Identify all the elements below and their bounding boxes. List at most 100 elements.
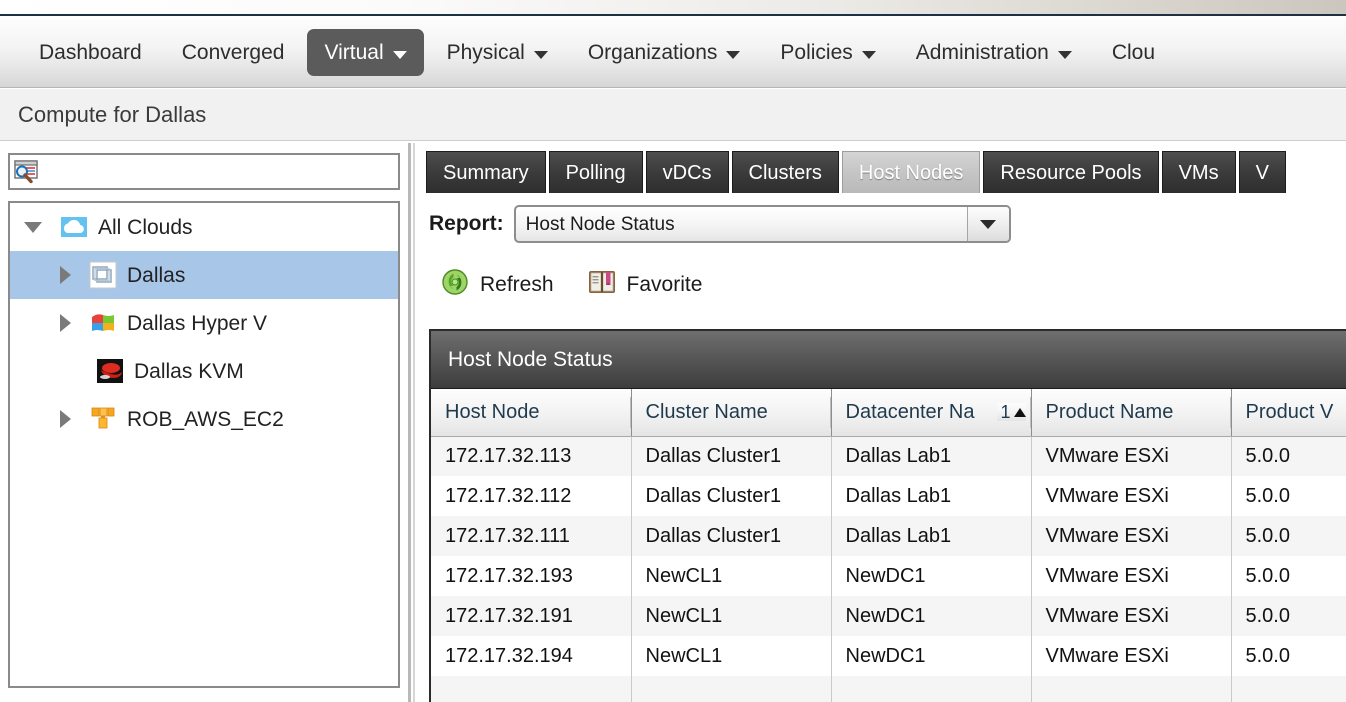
nav-item-virtual[interactable]: Virtual bbox=[307, 29, 424, 76]
cell-product-v: 5.0.0 bbox=[1231, 636, 1346, 676]
search-list-icon bbox=[10, 155, 44, 188]
tab-clusters[interactable]: Clusters bbox=[731, 151, 839, 193]
tree-item-all-clouds[interactable]: All Clouds bbox=[10, 203, 398, 251]
tab-v[interactable]: V bbox=[1238, 151, 1286, 193]
cell-host-node: 172.17.32.193 bbox=[431, 556, 632, 596]
sort-indicator[interactable]: 1 bbox=[997, 403, 1026, 422]
table-caption: Host Node Status bbox=[431, 331, 1346, 389]
search-input[interactable] bbox=[44, 156, 398, 187]
tab-label: VMs bbox=[1178, 161, 1219, 184]
nav-item-label: Dashboard bbox=[39, 41, 142, 64]
favorite-book-icon bbox=[588, 269, 616, 299]
nav-item-label: Converged bbox=[181, 41, 285, 64]
tree-item-label: Dallas bbox=[127, 263, 186, 287]
tab-summary[interactable]: Summary bbox=[426, 151, 546, 193]
nav-item-administration[interactable]: Administration bbox=[899, 29, 1089, 76]
table-row[interactable]: 172.17.32.191 NewCL1 NewDC1 VMware ESXi 5.0.… bbox=[431, 596, 1346, 636]
tab-label: V bbox=[1255, 161, 1269, 184]
nav-item-clou[interactable]: Clou bbox=[1095, 29, 1172, 76]
nav-item-policies[interactable]: Policies bbox=[763, 29, 892, 76]
column-header-product-v[interactable]: Product V bbox=[1231, 389, 1346, 437]
nav-item-label: Clou bbox=[1111, 41, 1156, 64]
sort-ascending-icon bbox=[1013, 407, 1026, 417]
column-header-host-node[interactable]: Host Node bbox=[431, 389, 632, 437]
chevron-down-icon bbox=[392, 50, 407, 59]
table-row[interactable]: 172.17.32.113 Dallas Cluster1 Dallas Lab1 V… bbox=[431, 436, 1346, 476]
chevron-down-icon bbox=[726, 50, 741, 59]
tree-item-dallas-hyper-v[interactable]: Dallas Hyper V bbox=[10, 299, 398, 347]
table-row[interactable]: 172.17.32.194 NewCL1 NewDC1 VMware ESXi 5.0.… bbox=[431, 636, 1346, 676]
refresh-button[interactable]: Refresh bbox=[441, 268, 554, 300]
table-row[interactable]: 172.17.32.193 NewCL1 NewDC1 VMware ESXi 5.0.… bbox=[431, 556, 1346, 596]
action-toolbar: Refresh Favorite bbox=[441, 268, 702, 300]
tab-polling[interactable]: Polling bbox=[548, 151, 643, 193]
cell-cluster-name: NewCL1 bbox=[631, 556, 832, 596]
column-header-datacenter-na[interactable]: Datacenter Na 1 bbox=[831, 389, 1032, 437]
nav-item-physical[interactable]: Physical bbox=[430, 29, 565, 76]
sidebar-search-box[interactable] bbox=[8, 153, 400, 190]
report-dropdown[interactable]: Host Node Status bbox=[513, 205, 1011, 243]
tree-item-rob-aws-ec2[interactable]: ROB_AWS_EC2 bbox=[10, 395, 398, 443]
cell-datacenter-na: Dallas Lab1 bbox=[831, 516, 1032, 556]
cell-product-v: 5.0.0 bbox=[1231, 596, 1346, 636]
tab-label: Clusters bbox=[748, 161, 822, 184]
cell-product-v: 5.0.0 bbox=[1231, 516, 1346, 556]
chevron-down-icon bbox=[1057, 50, 1072, 59]
tab-label: Polling bbox=[565, 161, 626, 184]
cell-datacenter-na: NewDC1 bbox=[831, 556, 1032, 596]
tab-resource-pools[interactable]: Resource Pools bbox=[983, 151, 1159, 193]
filler-cell bbox=[1031, 676, 1232, 702]
nav-item-converged[interactable]: Converged bbox=[165, 29, 302, 76]
redhat-icon bbox=[96, 357, 124, 385]
nav-item-label: Policies bbox=[780, 41, 853, 64]
cell-cluster-name: Dallas Cluster1 bbox=[631, 476, 832, 516]
panel-splitter[interactable] bbox=[408, 143, 411, 702]
tree-item-dallas[interactable]: Dallas bbox=[10, 251, 398, 299]
table-filler-row bbox=[431, 676, 1346, 702]
column-header-label: Cluster Name bbox=[645, 400, 768, 423]
refresh-icon bbox=[441, 268, 469, 300]
tree-item-label: Dallas Hyper V bbox=[127, 311, 268, 335]
favorite-button[interactable]: Favorite bbox=[588, 269, 702, 299]
filler-cell bbox=[831, 676, 1032, 702]
tab-host-nodes[interactable]: Host Nodes bbox=[841, 151, 981, 193]
column-header-product-name[interactable]: Product Name bbox=[1031, 389, 1232, 437]
cell-cluster-name: NewCL1 bbox=[631, 596, 832, 636]
cell-product-name: VMware ESXi bbox=[1031, 436, 1232, 476]
cell-product-name: VMware ESXi bbox=[1031, 476, 1232, 516]
nav-item-dashboard[interactable]: Dashboard bbox=[22, 29, 159, 76]
chevron-right-icon[interactable] bbox=[60, 266, 71, 284]
table-body: 172.17.32.113 Dallas Cluster1 Dallas Lab1 V… bbox=[431, 436, 1346, 702]
report-label: Report: bbox=[429, 212, 504, 235]
tab-label: Host Nodes bbox=[858, 161, 964, 184]
report-selector-row: Report: Host Node Status bbox=[429, 205, 1011, 243]
column-header-label: Product Name bbox=[1045, 400, 1174, 423]
filler-cell bbox=[631, 676, 832, 702]
cell-cluster-name: Dallas Cluster1 bbox=[631, 436, 832, 476]
tab-label: Resource Pools bbox=[1000, 161, 1142, 184]
nav-item-organizations[interactable]: Organizations bbox=[571, 29, 758, 76]
nav-item-label: Physical bbox=[446, 41, 525, 64]
chevron-down-icon[interactable] bbox=[24, 221, 42, 233]
application-window: Dashboard Converged Virtual Physical Organiz… bbox=[0, 0, 1346, 702]
chevron-down-icon[interactable] bbox=[966, 207, 1009, 241]
nav-item-label: Virtual bbox=[324, 41, 384, 64]
table-row[interactable]: 172.17.32.112 Dallas Cluster1 Dallas Lab1 V… bbox=[431, 476, 1346, 516]
page-title-bar: Compute for Dallas bbox=[0, 89, 1346, 141]
tab-label: Summary bbox=[443, 161, 529, 184]
chevron-right-icon[interactable] bbox=[60, 410, 71, 428]
cell-product-v: 5.0.0 bbox=[1231, 556, 1346, 596]
refresh-button-label: Refresh bbox=[480, 272, 554, 296]
tab-vms[interactable]: VMs bbox=[1161, 151, 1236, 193]
column-header-cluster-name[interactable]: Cluster Name bbox=[631, 389, 832, 437]
host-node-status-table: Host Node Cluster Name Datacenter Na 1 Produ… bbox=[431, 389, 1346, 702]
tree-item-label: Dallas KVM bbox=[134, 359, 244, 383]
cell-datacenter-na: NewDC1 bbox=[831, 596, 1032, 636]
tree-item-label: All Clouds bbox=[98, 215, 193, 239]
table-row[interactable]: 172.17.32.111 Dallas Cluster1 Dallas Lab1 V… bbox=[431, 516, 1346, 556]
chevron-right-icon[interactable] bbox=[60, 314, 71, 332]
cell-host-node: 172.17.32.194 bbox=[431, 636, 632, 676]
tab-vdcs[interactable]: vDCs bbox=[645, 151, 729, 193]
tree-item-dallas-kvm[interactable]: Dallas KVM bbox=[10, 347, 398, 395]
